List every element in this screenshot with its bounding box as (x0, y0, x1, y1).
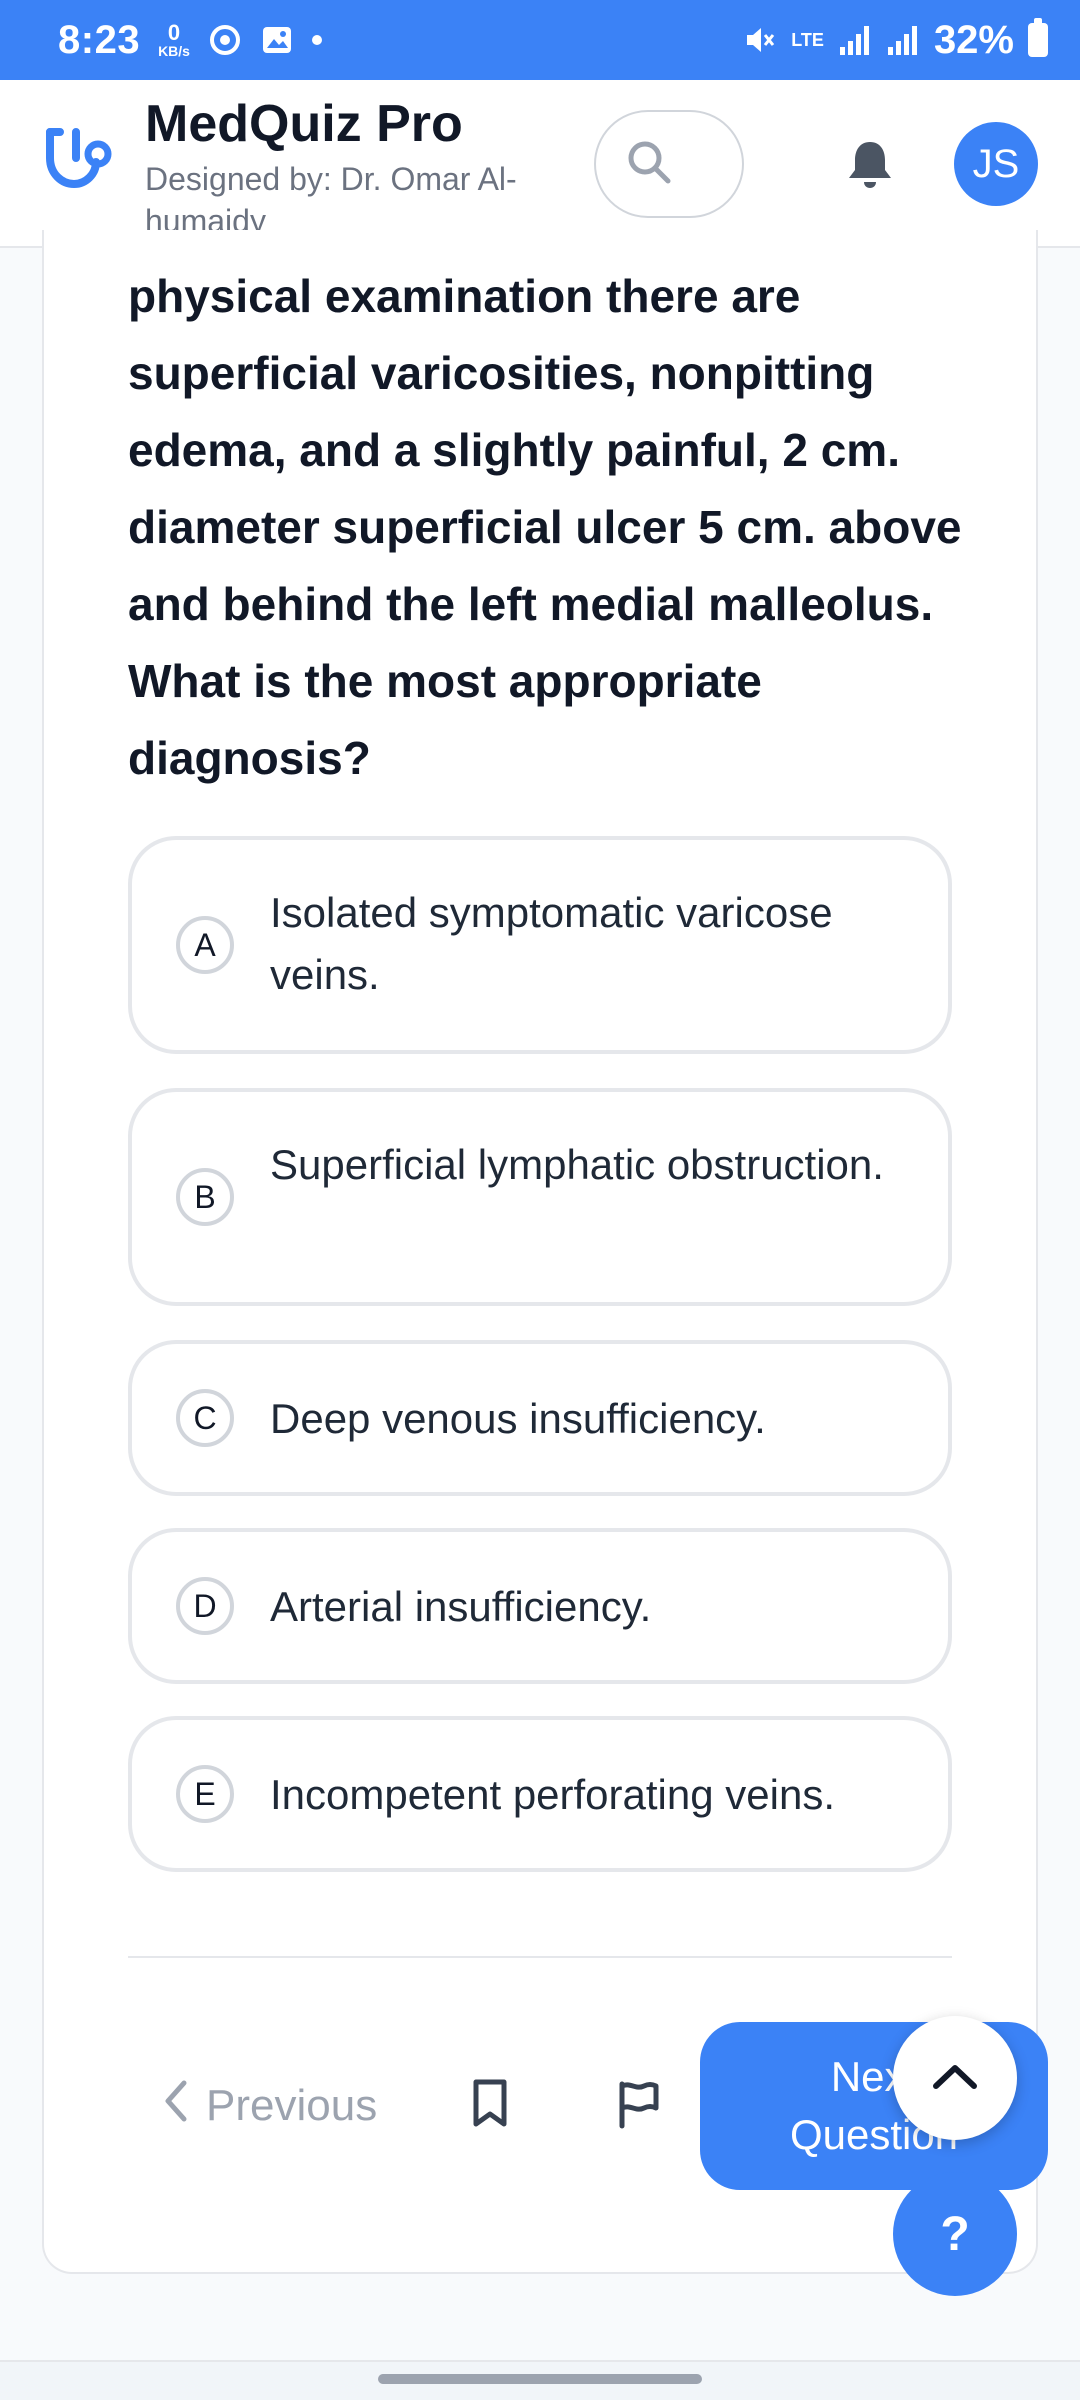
gallery-icon (260, 23, 294, 57)
option-a[interactable]: A Isolated symptomatic varicose veins. (128, 836, 952, 1054)
option-text: Superficial lymphatic obstruction. (270, 1141, 884, 1188)
option-b[interactable]: B Superficial lymphatic obstruction. (128, 1088, 952, 1306)
option-text: Incompetent perforating veins. (270, 1771, 835, 1818)
status-bar: 8:23 0 KB/s LTE 32% (0, 0, 1080, 80)
home-indicator[interactable] (378, 2374, 702, 2384)
search-icon (624, 137, 674, 192)
option-e[interactable]: E Incompetent perforating veins. (128, 1716, 952, 1872)
net-speed: 0 KB/s (158, 20, 190, 59)
stethoscope-icon (40, 124, 116, 204)
option-d[interactable]: D Arterial insufficiency. (128, 1528, 952, 1684)
status-time: 8:23 (58, 17, 141, 62)
flag-icon (614, 2078, 662, 2135)
battery-icon (1028, 18, 1048, 57)
option-letter: E (176, 1765, 234, 1823)
avatar[interactable]: JS (954, 122, 1038, 206)
option-letter: A (176, 916, 234, 974)
battery-percent: 32% (933, 17, 1014, 62)
search-button[interactable] (594, 110, 744, 218)
option-letter: D (176, 1577, 234, 1635)
chevron-up-icon (930, 2060, 980, 2097)
flag-button[interactable] (608, 2076, 668, 2136)
divider (128, 1956, 952, 1958)
bookmark-icon (468, 2078, 512, 2135)
network-type: LTE (791, 29, 824, 50)
option-letter: B (176, 1168, 234, 1226)
option-c[interactable]: C Deep venous insufficiency. (128, 1340, 952, 1496)
previous-label: Previous (206, 2081, 378, 2130)
signal-icon (838, 23, 872, 57)
question-text: physical examination there are superfici… (128, 270, 962, 784)
option-text: Deep venous insufficiency. (270, 1395, 766, 1442)
option-letter: C (176, 1389, 234, 1447)
option-text: Arterial insufficiency. (270, 1583, 652, 1630)
notification-dot (311, 35, 322, 45)
bookmark-button[interactable] (460, 2076, 520, 2136)
app-header: MedQuiz Pro Designed by: Dr. Omar Al-hum… (0, 80, 1080, 248)
option-text: Isolated symptomatic varicose veins. (270, 889, 833, 998)
scroll-to-top-button[interactable] (893, 2016, 1017, 2140)
previous-button[interactable]: Previous (160, 2068, 377, 2144)
app-title: MedQuiz Pro (145, 95, 463, 153)
mute-icon (743, 23, 777, 57)
chevron-left-icon (160, 2079, 190, 2134)
bell-icon[interactable] (842, 136, 898, 192)
signal-icon-2 (886, 23, 920, 57)
help-button[interactable]: ? (893, 2172, 1017, 2296)
chrome-icon (208, 23, 242, 57)
